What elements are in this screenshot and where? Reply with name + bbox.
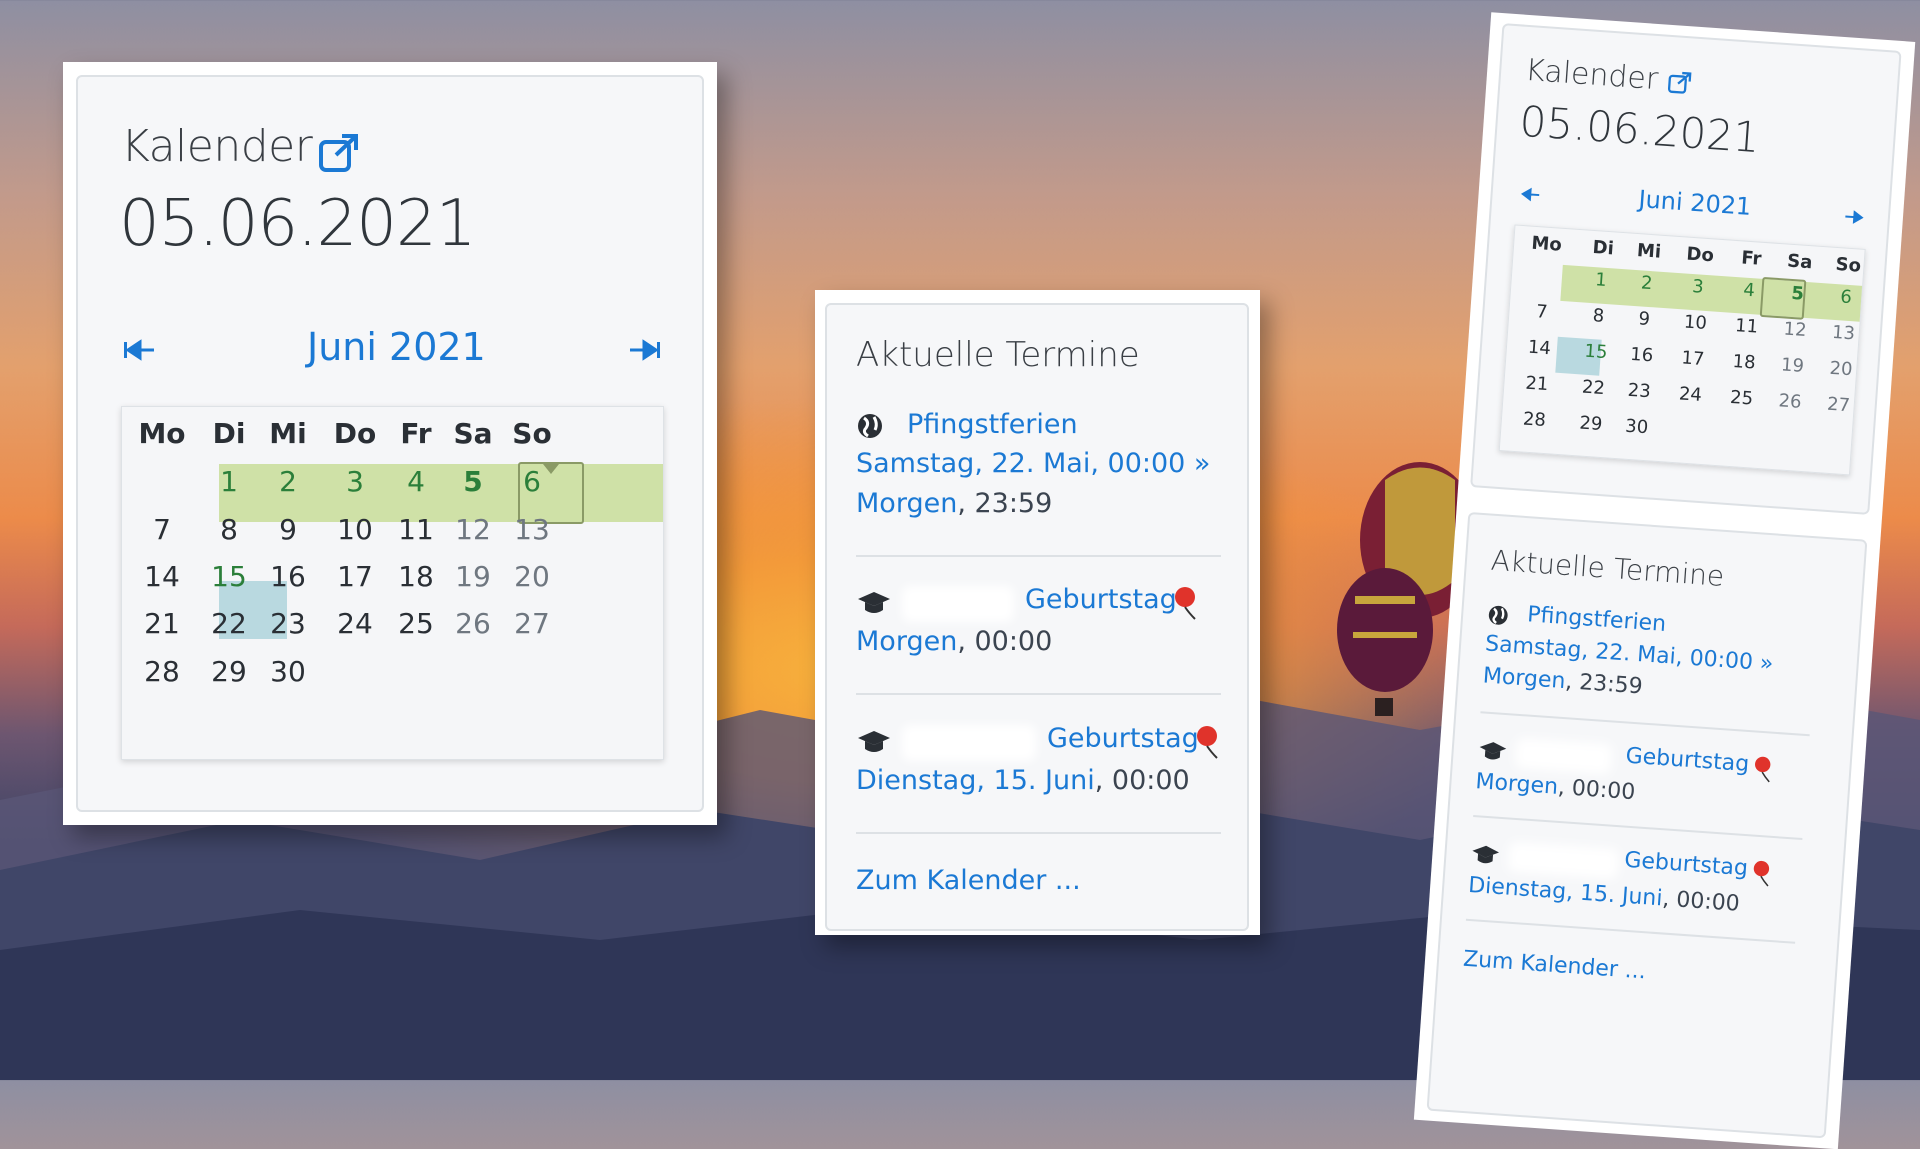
day-cell[interactable]: 20 (492, 560, 572, 593)
mini-event-date-link[interactable]: Morgen (1475, 769, 1559, 800)
mini-event-end: Morgen, 23:59 (1482, 663, 1643, 699)
mini-calendar-date: 05.06.2021 (1518, 96, 1762, 163)
globe-icon (858, 414, 882, 438)
events-frame: Aktuelle Termine Pfingstferien Samstag, … (815, 290, 1260, 935)
graduation-cap-icon (858, 731, 890, 752)
month-label[interactable]: Juni 2021 (307, 325, 486, 369)
next-month-button[interactable] (628, 339, 662, 365)
calendar-date: 05.06.2021 (119, 187, 476, 261)
graduation-cap-icon (1472, 845, 1500, 864)
balloon-icon (1755, 756, 1771, 783)
event-start[interactable]: Samstag, 22. Mai, 00:00 » (856, 448, 1210, 479)
rotated-frame: Kalender 05.06.2021 Juni 2021 Mo Di Mi Do Fr… (1413, 12, 1916, 1149)
calendar-footer-link[interactable]: Zum Kalender ... (856, 865, 1081, 896)
event-date-link[interactable]: Morgen (856, 626, 957, 657)
event-name[interactable]: Geburtstag (1025, 584, 1177, 615)
prev-month-button[interactable] (122, 339, 156, 365)
weekday-header: So (512, 417, 552, 450)
mini-event-date: Dienstag, 15. Juni, 00:00 (1467, 873, 1740, 917)
mini-month-label[interactable]: Juni 2021 (1638, 185, 1753, 221)
balloon-icon (1197, 726, 1218, 759)
mini-day-cell[interactable]: 27 (1798, 392, 1879, 419)
mini-month-grid: Mo Di Mi Do Fr Sa So 1 2 3 4 5 6 7 8 9 10 11 12 13 14 15 16 17 1… (1498, 224, 1866, 476)
rotated-panel: Kalender 05.06.2021 Juni 2021 Mo Di Mi Do Fr… (1355, 0, 1916, 1149)
mini-event-date: Morgen, 00:00 (1475, 769, 1636, 805)
event-date: Dienstag, 15. Juni, 00:00 (856, 765, 1190, 796)
separator (1465, 918, 1796, 944)
redacted-name (1514, 737, 1613, 775)
mini-day-cell[interactable]: 30 (1596, 414, 1677, 441)
redacted-name (902, 586, 1014, 622)
mini-calendar-footer-link[interactable]: Zum Kalender ... (1462, 947, 1646, 985)
mini-calendar-title-text: Kalender (1524, 52, 1660, 98)
event-time: , 00:00 (957, 626, 1053, 657)
external-link-icon[interactable] (1667, 69, 1693, 95)
external-link-icon[interactable] (318, 133, 360, 173)
event-name[interactable]: Geburtstag (1047, 723, 1199, 754)
mini-event-end-time: , 23:59 (1564, 669, 1644, 700)
event-date: Morgen, 00:00 (856, 626, 1052, 657)
separator (856, 555, 1221, 557)
mini-day-cell[interactable]: 13 (1803, 320, 1884, 347)
day-cell[interactable]: 6 (492, 465, 572, 498)
arrow-left-icon (124, 339, 154, 361)
graduation-cap-icon (858, 592, 890, 613)
globe-icon (1488, 605, 1508, 625)
arrow-left-icon[interactable] (1518, 187, 1541, 203)
events-card: Aktuelle Termine Pfingstferien Samstag, … (825, 303, 1249, 931)
event-end-link[interactable]: Morgen (856, 488, 957, 519)
separator (856, 693, 1221, 695)
calendar-title: Kalender (121, 121, 313, 172)
event-end: Morgen, 23:59 (856, 488, 1052, 519)
mini-event-name[interactable]: Geburtstag (1625, 744, 1750, 778)
calendar-card: Kalender 05.06.2021 Juni 2021 Mo Di Mi Do Fr… (76, 75, 704, 812)
mini-calendar-card: Kalender 05.06.2021 Juni 2021 Mo Di Mi Do Fr… (1470, 23, 1902, 515)
mini-event-name[interactable]: Pfingstferien (1526, 602, 1666, 637)
separator (856, 832, 1221, 834)
day-cell[interactable]: 13 (492, 513, 572, 546)
redacted-name (1507, 841, 1620, 880)
mini-event-date-link[interactable]: Dienstag, 15. Juni (1467, 873, 1663, 912)
event-date-link[interactable]: Dienstag, 15. Juni (856, 765, 1095, 796)
arrow-right-icon[interactable] (1843, 209, 1866, 225)
balloon-icon (1753, 860, 1770, 887)
mini-event-time: , 00:00 (1661, 886, 1741, 917)
mini-weekday-header: So (1834, 253, 1862, 277)
mini-calendar-title: Kalender (1524, 53, 1693, 100)
event-end-time: , 23:59 (957, 488, 1053, 519)
graduation-cap-icon (1479, 742, 1507, 760)
mini-events-title: Aktuelle Termine (1489, 543, 1726, 593)
redacted-name (902, 725, 1036, 761)
mini-events-card: Aktuelle Termine Pfingstferien Samstag, … (1426, 511, 1868, 1139)
events-title: Aktuelle Termine (856, 335, 1140, 375)
event-name[interactable]: Pfingstferien (907, 409, 1078, 440)
day-cell[interactable]: 27 (492, 607, 572, 640)
separator (1473, 815, 1803, 841)
month-grid: Mo Di Mi Do Fr Sa So 1 2 3 4 5 6 7 8 9 10 11 12 13 14 15 16 17 1… (121, 406, 664, 760)
separator (1480, 711, 1810, 737)
mini-event-name[interactable]: Geburtstag (1624, 848, 1749, 882)
day-cell[interactable]: 30 (248, 655, 328, 688)
balloon-icon (1175, 587, 1196, 620)
arrow-right-icon (630, 339, 660, 361)
mini-day-cell[interactable]: 20 (1800, 356, 1881, 383)
mini-event-time: , 00:00 (1557, 774, 1637, 806)
event-time: , 00:00 (1094, 765, 1190, 796)
mini-event-end-link[interactable]: Morgen (1482, 663, 1566, 694)
calendar-frame: Kalender 05.06.2021 Juni 2021 Mo Di Mi Do Fr… (63, 62, 717, 825)
